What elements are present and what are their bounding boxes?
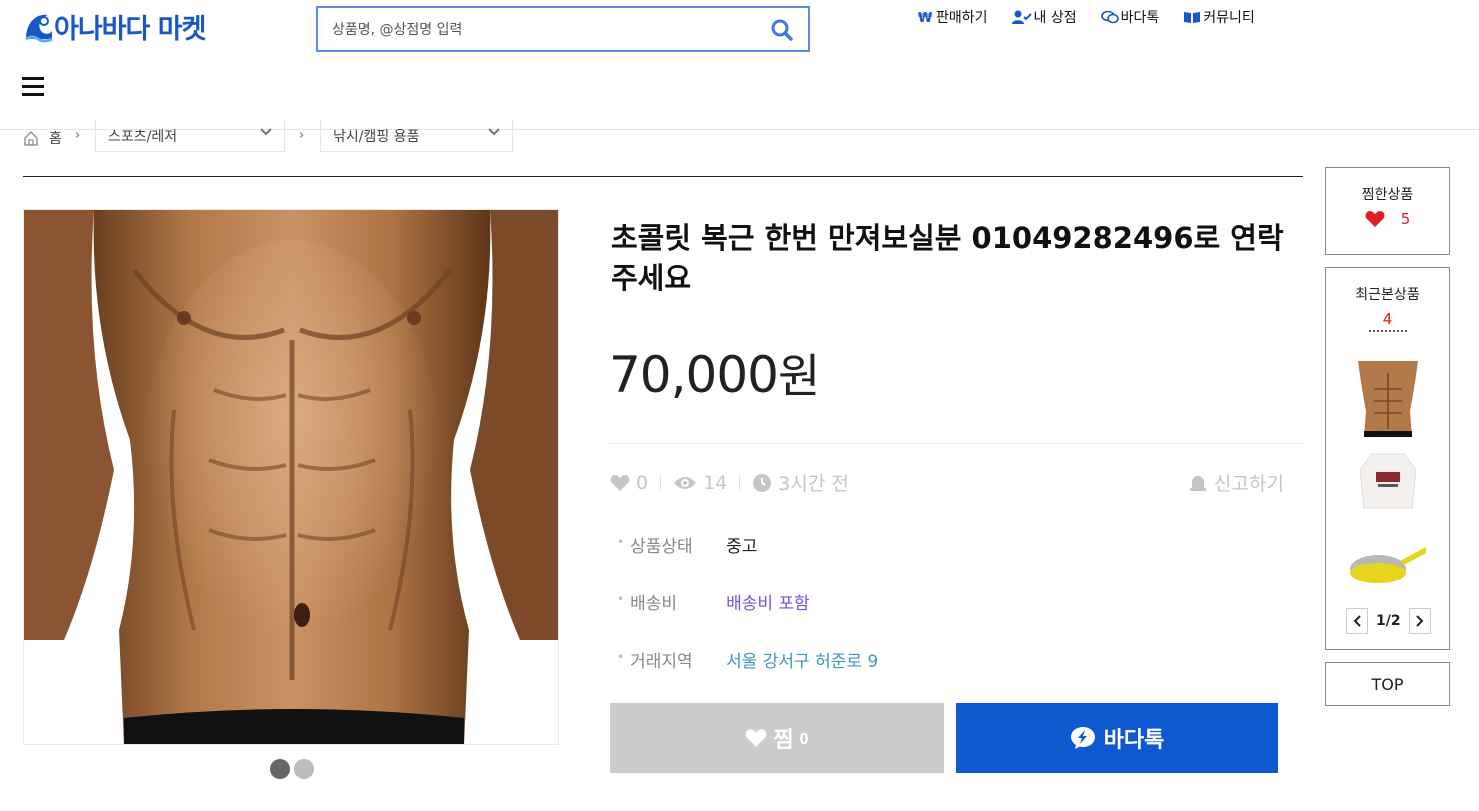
chat-button[interactable]: 바다톡 (956, 703, 1278, 773)
wishlist-box[interactable]: 찜한상품 5 (1325, 167, 1450, 255)
siren-icon (1190, 475, 1206, 491)
nav-my-shop-label: 내 상점 (1033, 10, 1077, 26)
image-pagination (270, 759, 314, 779)
won-icon: ₩ (918, 11, 933, 24)
recent-thumb-3[interactable] (1350, 527, 1426, 603)
category-select-2[interactable]: 낚시/캠핑 용품 (320, 120, 513, 152)
chevron-left-icon (1353, 615, 1361, 627)
spec-shipping-key: 배송비 (630, 594, 677, 614)
price-unit: 원 (777, 349, 820, 403)
recent-label: 최근본상품 (1355, 287, 1420, 303)
recent-thumb-1[interactable] (1350, 361, 1426, 437)
like-button-count: 0 (799, 731, 809, 748)
spec-condition-value: 중고 (726, 537, 758, 557)
recent-products-box: 최근본상품 4 1/2 (1325, 267, 1450, 650)
spec-location-value[interactable]: 서울 강서구 허준로 9 (726, 647, 878, 672)
spec-shipping-value: 배송비 포함 (726, 594, 810, 614)
category-2-label: 낚시/캠핑 용품 (333, 129, 420, 145)
likes-count: 0 (636, 471, 649, 494)
pager-prev-button[interactable] (1346, 608, 1368, 634)
book-icon (1184, 12, 1201, 23)
spec-condition-key: 상품상태 (630, 537, 693, 557)
category-1-label: 스포츠/레저 (108, 129, 178, 145)
wishlist-label: 찜한상품 (1361, 187, 1414, 203)
spec-location-key: 거래지역 (630, 652, 693, 672)
views-count: 14 (703, 471, 728, 494)
logo-wave-icon (22, 9, 56, 43)
breadcrumb-home[interactable]: 홈 (23, 128, 62, 148)
breadcrumb-home-label: 홈 (49, 131, 62, 147)
product-image[interactable]: 아나바다 (23, 209, 559, 745)
logo-text: 아나바다 마켓 (54, 13, 206, 45)
views-stat: 14 (673, 472, 727, 494)
chat-bolt-icon (1070, 727, 1095, 749)
recent-count: 4 (1382, 310, 1393, 328)
search-input[interactable] (332, 18, 752, 42)
eye-icon (674, 476, 697, 489)
image-dot-2[interactable] (294, 759, 314, 779)
top-nav: ₩ 판매하기 내 상점 바다톡 커뮤니티 (918, 7, 1255, 27)
svg-text:₩: ₩ (918, 11, 933, 24)
image-dot-1[interactable] (270, 759, 290, 779)
nav-community-label: 커뮤니티 (1203, 10, 1255, 26)
chevron-right-icon (1415, 615, 1424, 627)
nav-chat-label: 바다톡 (1120, 10, 1160, 26)
heart-icon (746, 729, 767, 747)
nav-sell[interactable]: ₩ 판매하기 (918, 7, 988, 27)
recent-thumb-2[interactable] (1350, 444, 1426, 520)
likes-stat: 0 (610, 472, 648, 494)
info-divider (610, 443, 1303, 444)
nav-sell-label: 판매하기 (936, 10, 988, 26)
menu-icon[interactable] (22, 77, 44, 97)
spec-condition: • 상품상태 중고 (617, 532, 757, 557)
spec-shipping: • 배송비 배송비 포함 (617, 589, 810, 614)
user-check-icon (1011, 10, 1032, 24)
image-watermark: 아나바다 (42, 711, 124, 736)
search-icon[interactable] (770, 18, 794, 42)
report-label: 신고하기 (1214, 473, 1284, 495)
home-icon (24, 131, 38, 146)
product-price: 70,000원 (609, 340, 820, 406)
scroll-top-button[interactable]: TOP (1325, 662, 1450, 706)
recent-pager: 1/2 (1346, 608, 1431, 634)
pager-next-button[interactable] (1408, 608, 1431, 634)
heart-icon (610, 474, 630, 491)
search-box[interactable] (316, 6, 810, 52)
chevron-down-icon (260, 128, 272, 136)
breadcrumb: 홈 › 스포츠/레저 › 낚시/캠핑 용품 (23, 120, 523, 152)
header: 아나바다 마켓 ₩ 판매하기 내 상점 바다톡 커뮤니티 (0, 0, 1479, 130)
pager-text: 1/2 (1376, 613, 1401, 629)
report-button[interactable]: 신고하기 (1188, 469, 1284, 496)
product-title: 초콜릿 복근 한번 만져보실분 01049282496로 연락주세요 (611, 221, 1284, 295)
product-stats: 0 14 3시간 전 (610, 469, 849, 496)
spec-location: • 거래지역 서울 강서구 허준로 9 (617, 647, 878, 672)
time-stat: 3시간 전 (752, 469, 849, 496)
like-button[interactable]: 찜 0 (610, 703, 944, 773)
like-button-label: 찜 (773, 727, 794, 752)
chevron-right-icon: › (75, 128, 81, 143)
clock-icon (753, 473, 772, 492)
price-value: 70,000 (609, 346, 779, 404)
section-divider (23, 176, 1303, 177)
nav-chat[interactable]: 바다톡 (1100, 7, 1160, 27)
wishlist-count: 5 (1400, 210, 1411, 228)
time-ago: 3시간 전 (778, 473, 849, 495)
chat-button-label: 바다톡 (1103, 727, 1165, 752)
chevron-down-icon (488, 128, 500, 136)
heart-icon (1365, 211, 1385, 227)
nav-my-shop[interactable]: 내 상점 (1011, 7, 1077, 27)
logo[interactable]: 아나바다 마켓 (22, 6, 206, 46)
category-select-1[interactable]: 스포츠/레저 (95, 120, 285, 152)
chat-icon (1100, 10, 1119, 24)
chevron-right-icon: › (299, 128, 305, 143)
nav-community[interactable]: 커뮤니티 (1183, 7, 1255, 27)
